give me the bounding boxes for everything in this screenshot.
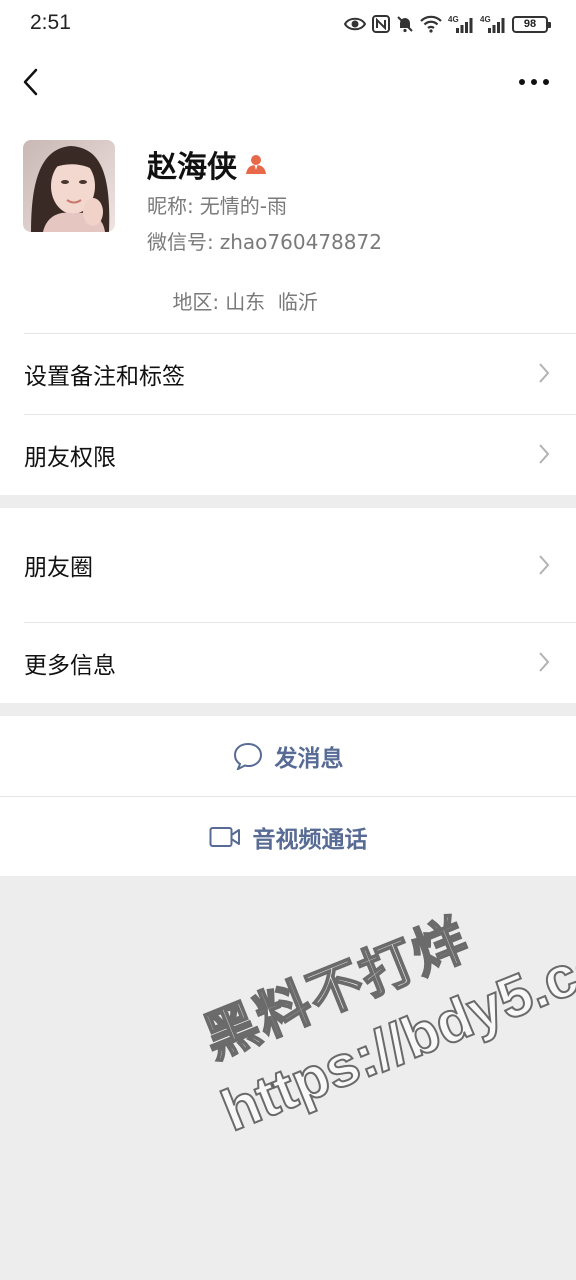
profile-card: 赵海侠 昵称: 无情的-雨 微信号: zhao760478872 地区: 山东 临沂 xyxy=(0,118,576,334)
friend-permissions-label: 朋友权限 xyxy=(24,445,116,471)
nickname-value: 无情的-雨 xyxy=(199,194,287,218)
chevron-right-icon xyxy=(539,363,550,383)
moments-label: 朋友圈 xyxy=(24,555,93,581)
remark-tags-row[interactable]: 设置备注和标签 xyxy=(0,334,576,414)
back-button[interactable] xyxy=(12,64,48,100)
region-label: 地区: xyxy=(172,290,220,314)
signal-1-icon: 4G xyxy=(448,15,473,33)
mute-bell-icon xyxy=(397,16,413,33)
watermark: 黑料不打烊 https://bdy5.co xyxy=(190,849,576,1145)
chevron-right-icon xyxy=(539,555,550,575)
action-group: 发消息 音视频通话 xyxy=(0,716,576,876)
more-info-row[interactable]: 更多信息 xyxy=(0,623,576,703)
nav-bar xyxy=(0,48,576,118)
chevron-right-icon xyxy=(539,652,550,672)
wechat-id-value[interactable]: zhao760478872 xyxy=(220,230,382,254)
video-camera-icon xyxy=(209,827,240,847)
send-message-label: 发消息 xyxy=(274,746,344,772)
dot-icon xyxy=(531,79,537,85)
send-message-button[interactable]: 发消息 xyxy=(0,716,576,796)
watermark-text-1: 黑料不打烊 xyxy=(194,906,479,1071)
video-call-button[interactable]: 音视频通话 xyxy=(0,797,576,877)
menu-group-info: 朋友圈 更多信息 xyxy=(0,508,576,703)
region-value: 山东 临沂 xyxy=(225,290,318,314)
contact-name-text: 赵海侠 xyxy=(147,150,237,185)
status-bar: 2:51 4G 4G 98 xyxy=(0,0,576,48)
wechat-id-line: 微信号: zhao760478872 xyxy=(147,226,382,255)
svg-text:4G: 4G xyxy=(448,15,459,24)
watermark-text-2: https://bdy5.co xyxy=(212,928,576,1145)
dot-icon xyxy=(543,79,549,85)
nickname-line: 昵称: 无情的-雨 xyxy=(147,190,287,219)
friend-permissions-row[interactable]: 朋友权限 xyxy=(0,415,576,495)
contact-name: 赵海侠 xyxy=(147,142,267,186)
nfc-icon xyxy=(372,15,390,33)
avatar-image xyxy=(23,140,115,232)
eye-icon xyxy=(344,17,366,31)
moments-row[interactable]: 朋友圈 xyxy=(0,508,576,622)
wifi-icon xyxy=(420,15,442,33)
avatar[interactable] xyxy=(23,140,115,232)
remark-tags-label: 设置备注和标签 xyxy=(24,364,185,390)
chat-bubble-icon xyxy=(233,742,262,770)
nickname-label: 昵称: xyxy=(147,194,194,218)
menu-group-settings: 设置备注和标签 朋友权限 xyxy=(0,334,576,495)
wechat-id-label: 微信号: xyxy=(147,230,214,254)
svg-text:4G: 4G xyxy=(480,15,491,24)
chevron-right-icon xyxy=(539,444,550,464)
battery-indicator: 98 xyxy=(512,15,551,33)
video-call-label: 音视频通话 xyxy=(252,827,368,853)
status-time: 2:51 xyxy=(30,11,71,34)
status-icons: 4G 4G 98 xyxy=(344,12,551,36)
chevron-left-icon xyxy=(23,68,38,96)
more-info-label: 更多信息 xyxy=(24,653,116,679)
dot-icon xyxy=(519,79,525,85)
person-badge-icon xyxy=(246,155,266,174)
more-options-button[interactable] xyxy=(512,66,556,98)
region-line: 地区: 山东 临沂 xyxy=(147,262,318,339)
signal-2-icon: 4G xyxy=(480,15,505,33)
